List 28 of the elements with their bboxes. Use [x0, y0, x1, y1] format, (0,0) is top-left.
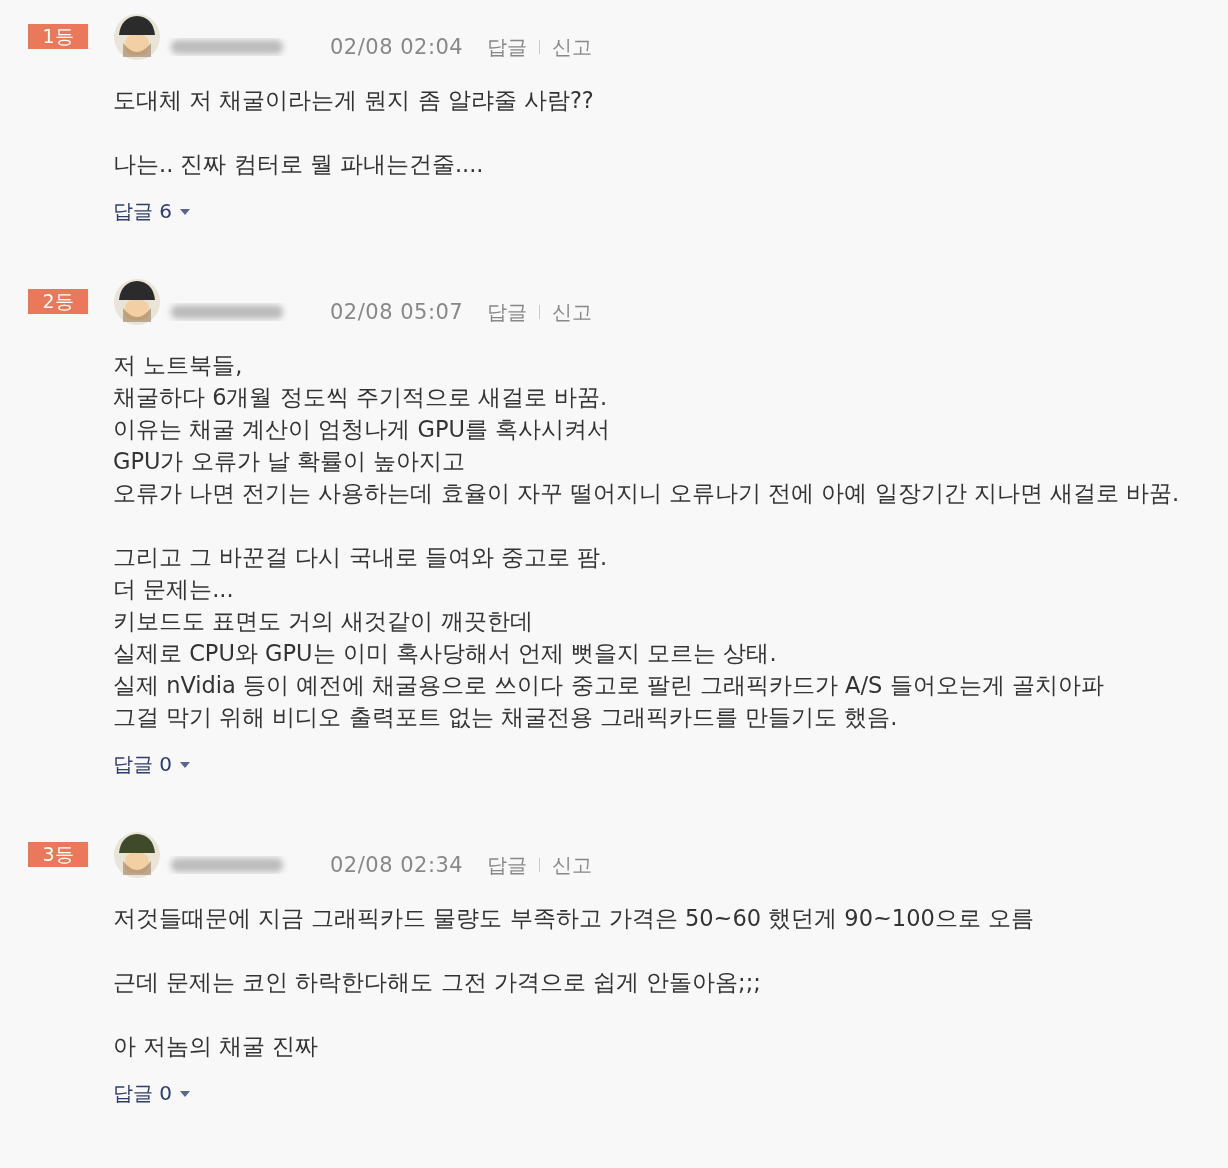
rank-badge: 3등: [28, 842, 88, 867]
rank-badge: 2등: [28, 289, 88, 314]
caret-icon: [180, 208, 191, 215]
reply-link[interactable]: 답글: [487, 298, 528, 326]
avatar-icon: [113, 831, 161, 879]
comment-text: 나는.. 진짜 컴터로 뭘 파내는건줄....: [113, 150, 485, 179]
replies-toggle[interactable]: 답글 0: [113, 1080, 191, 1107]
avatar-icon: [113, 278, 161, 326]
report-link[interactable]: 신고: [552, 298, 593, 326]
caret-icon: [180, 1090, 191, 1097]
report-link[interactable]: 신고: [552, 851, 593, 879]
rank-badge: 1등: [28, 24, 88, 49]
comment-date: 02/08 02:04: [330, 35, 464, 59]
report-link[interactable]: 신고: [552, 33, 593, 61]
comment-date: 02/08 05:07: [330, 300, 464, 324]
avatar-icon: [113, 13, 161, 61]
reply-link[interactable]: 답글: [487, 33, 528, 61]
comment-text: 그리고 그 바꾼걸 다시 국내로 들여와 중고로 팜. 더 문제는... 키보드도 표면도 거의 새것같이 깨끗한데 실제로 CPU와 GPU는 이미 혹사당해서 언제 뻣을지 모르는 상태. 실제 nVidia 등이 예전에 채굴용으로 쓰이다 중고로 팔린 그래픽카드가 A/S 들어오는게 골치아파 그걸 막기 위해 비디오 출력포트 없는 채굴전용 그래픽카드를 만들기도 했음.: [113, 543, 1105, 732]
caret-icon: [180, 761, 191, 768]
comment-text: 저 노트북들, 채굴하다 6개월 정도씩 주기적으로 새걸로 바꿈. 이유는 채굴 계산이 엄청나게 GPU를 혹사시켜서 GPU가 오류가 날 확률이 높아지고 오류가 나면 전기는 사용하는데 효율이 자꾸 떨어지니 오류나기 전에 아예 일장기간 지나면 새걸로 바꿈.: [113, 351, 1181, 508]
comment-text: 저것들때문에 지금 그래픽카드 물량도 부족하고 가격은 50~60 했던게 90~100으로 오름: [113, 904, 1035, 933]
replies-toggle[interactable]: 답글 0: [113, 751, 191, 778]
comment-text: 아 저놈의 채굴 진짜: [113, 1032, 320, 1061]
reply-link[interactable]: 답글: [487, 851, 528, 879]
comment-text: 도대체 저 채굴이라는게 뭔지 좀 알랴줄 사람??: [113, 86, 595, 115]
comment-date: 02/08 02:34: [330, 853, 464, 877]
replies-toggle[interactable]: 답글 6: [113, 198, 191, 225]
comment-text: 근데 문제는 코인 하락한다해도 그전 가격으로 쉽게 안돌아옴;;;: [113, 968, 762, 997]
